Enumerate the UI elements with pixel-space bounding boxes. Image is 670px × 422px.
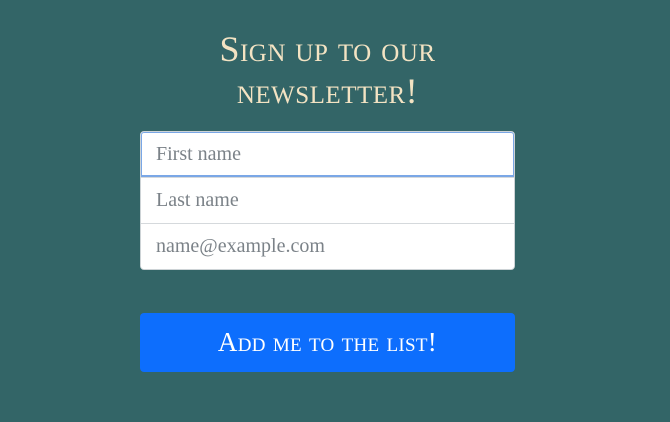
title-line-2: newsletter!: [236, 71, 419, 111]
add-to-list-button[interactable]: Add me to the list!: [140, 313, 515, 372]
title-line-1: Sign up to our: [219, 29, 436, 69]
first-name-input[interactable]: [141, 132, 514, 177]
signup-form-fields: [140, 131, 515, 270]
newsletter-title: Sign up to our newsletter!: [0, 28, 655, 112]
email-input[interactable]: [141, 223, 514, 269]
last-name-input[interactable]: [141, 177, 514, 223]
